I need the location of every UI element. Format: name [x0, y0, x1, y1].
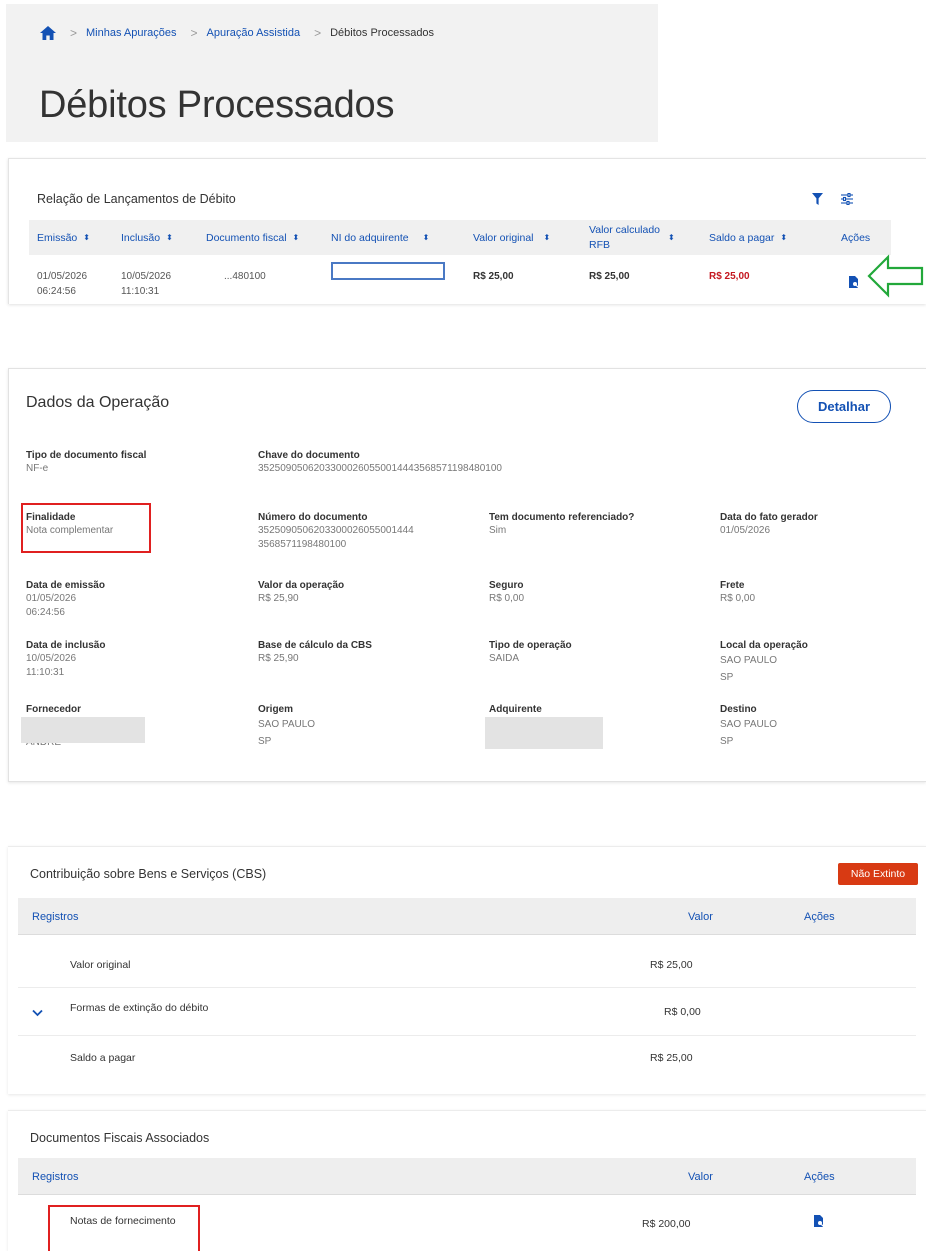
ni-adquirente-field — [331, 262, 445, 280]
row-value: R$ 25,00 — [650, 1052, 693, 1064]
page-title: Débitos Processados — [39, 84, 395, 126]
debit-list-title: Relação de Lançamentos de Débito — [37, 192, 236, 206]
field-destino: Destino SAO PAULO SP — [720, 704, 778, 747]
row-label: Formas de extinção do débito — [70, 1002, 209, 1014]
document-search-icon[interactable] — [814, 1214, 824, 1232]
field-documento-referenciado: Tem documento referenciado? Sim — [489, 512, 635, 536]
highlight-notas-fornecimento — [48, 1205, 200, 1251]
column-documento[interactable]: Documento fiscal ⬍ — [206, 220, 299, 255]
filter-icon[interactable] — [812, 192, 823, 210]
field-base-calculo-cbs: Base de cálculo da CBS R$ 25,90 — [258, 640, 372, 664]
breadcrumb-current: Débitos Processados — [330, 27, 435, 39]
header-valor: Valor — [688, 910, 713, 923]
cell-valor-calculado: R$ 25,00 — [589, 271, 630, 282]
chevron-down-icon[interactable] — [32, 1004, 43, 1022]
row-value: R$ 200,00 — [642, 1218, 691, 1230]
associated-docs-header: Registros Valor Ações — [18, 1158, 916, 1195]
operation-data-card: Dados da Operação Detalhar Tipo de docum… — [8, 368, 926, 782]
cell-documento: ...480100 — [224, 271, 266, 282]
field-chave-documento: Chave do documento 3525090506203300026055… — [258, 450, 502, 474]
row-label: Saldo a pagar — [70, 1052, 136, 1064]
field-tipo-operacao: Tipo de operação SAIDA — [489, 640, 572, 664]
sort-icon[interactable]: ⬍ — [544, 233, 551, 242]
header-registros: Registros — [32, 910, 79, 923]
column-valor-original[interactable]: Valor original ⬍ — [473, 220, 550, 255]
header-registros: Registros — [32, 1170, 79, 1183]
column-acoes: Ações — [841, 231, 871, 244]
field-numero-documento: Número do documento 352509050620330002605… — [258, 512, 414, 550]
field-local-operacao: Local da operação SAO PAULO SP — [720, 640, 808, 683]
breadcrumb-apuracao-assistida[interactable]: Apuração Assistida — [207, 27, 301, 39]
row-value: R$ 25,00 — [650, 959, 693, 971]
cell-valor-original: R$ 25,00 — [473, 271, 514, 282]
field-data-emissao: Data de emissão 01/05/2026 06:24:56 — [26, 580, 105, 618]
status-badge: Não Extinto — [838, 863, 918, 885]
associated-docs-title: Documentos Fiscais Associados — [30, 1131, 210, 1145]
cbs-table-header: Registros Valor Ações — [18, 898, 916, 935]
field-data-inclusao: Data de inclusão 10/05/2026 11:10:31 — [26, 640, 106, 678]
sort-icon[interactable]: ⬍ — [293, 233, 300, 242]
highlight-finalidade — [21, 503, 151, 553]
header-acoes: Ações — [804, 1170, 835, 1183]
field-adquirente: Adquirente — [489, 704, 542, 715]
row-label: Valor original — [70, 959, 131, 971]
sort-icon[interactable]: ⬍ — [668, 233, 675, 242]
sort-icon[interactable]: ⬍ — [423, 233, 430, 242]
table-header: Emissão ⬍ Inclusão ⬍ Documento fiscal ⬍ NI … — [29, 220, 891, 255]
field-origem: Origem SAO PAULO SP — [258, 704, 316, 747]
breadcrumb-separator: > — [190, 26, 198, 40]
associated-documents-card: Documentos Fiscais Associados Registros … — [8, 1110, 926, 1251]
breadcrumb-minhas-apuracoes[interactable]: Minhas Apurações — [86, 27, 177, 39]
sort-icon[interactable]: ⬍ — [780, 233, 787, 242]
operation-title: Dados da Operação — [26, 394, 170, 411]
field-frete: Frete R$ 0,00 — [720, 580, 756, 604]
column-valor-calculado[interactable]: Valor calculado RFB ⬍ — [589, 220, 675, 255]
cell-saldo: R$ 25,00 — [709, 271, 750, 282]
cell-inclusao: 10/05/2026 11:10:31 — [121, 271, 172, 297]
row-divider — [18, 1035, 916, 1036]
page-header: > Minhas Apurações > Apuração Assistida … — [6, 4, 658, 142]
column-emissao[interactable]: Emissão ⬍ — [37, 220, 90, 255]
home-icon[interactable] — [40, 26, 56, 40]
row-divider — [18, 987, 916, 988]
sort-icon[interactable]: ⬍ — [166, 233, 173, 242]
breadcrumb: > Minhas Apurações > Apuração Assistida … — [40, 26, 434, 40]
field-seguro: Seguro R$ 0,00 — [489, 580, 525, 604]
row-value: R$ 0,00 — [664, 1006, 701, 1018]
cell-emissao: 01/05/2026 06:24:56 — [37, 271, 88, 297]
column-ni-adquirente[interactable]: NI do adquirente ⬍ — [331, 220, 429, 255]
sort-icon[interactable]: ⬍ — [83, 233, 90, 242]
header-valor: Valor — [688, 1170, 713, 1183]
detail-button[interactable]: Detalhar — [797, 390, 891, 423]
column-saldo[interactable]: Saldo a pagar ⬍ — [709, 220, 787, 255]
header-acoes: Ações — [804, 910, 835, 923]
breadcrumb-separator: > — [70, 26, 78, 40]
field-data-fato-gerador: Data do fato gerador 01/05/2026 — [720, 512, 818, 536]
debit-list-card: Relação de Lançamentos de Débito Emissão… — [8, 158, 926, 304]
field-tipo-documento: Tipo de documento fiscal NF-e — [26, 450, 147, 474]
settings-sliders-icon[interactable] — [841, 192, 853, 210]
breadcrumb-separator: > — [314, 26, 322, 40]
redacted-adquirente — [485, 717, 603, 749]
document-search-icon[interactable] — [849, 275, 859, 293]
column-inclusao[interactable]: Inclusão ⬍ — [121, 220, 173, 255]
arrow-annotation-icon — [866, 254, 924, 303]
redacted-fornecedor — [21, 717, 145, 743]
field-valor-operacao: Valor da operação R$ 25,90 — [258, 580, 345, 604]
cbs-title: Contribuição sobre Bens e Serviços (CBS) — [30, 867, 267, 881]
cbs-card: Contribuição sobre Bens e Serviços (CBS)… — [8, 846, 926, 1094]
